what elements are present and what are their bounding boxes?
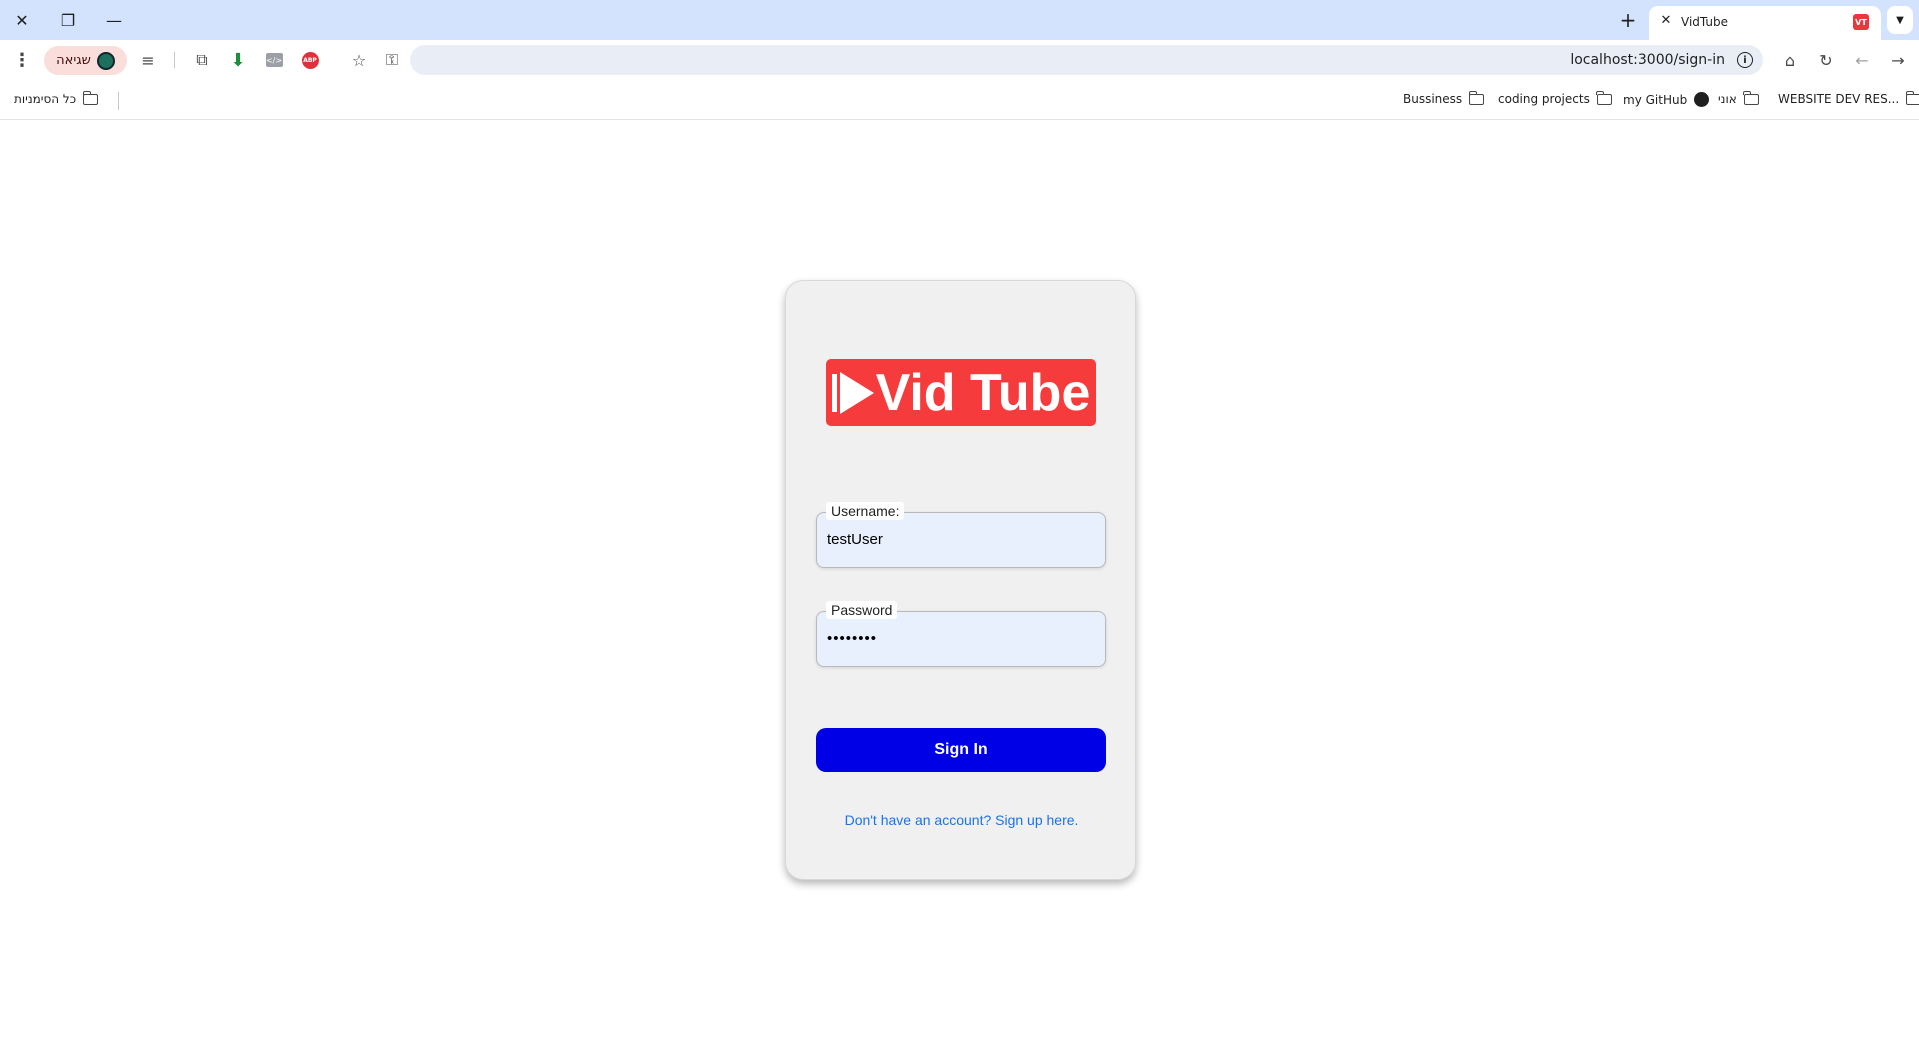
new-tab-button[interactable]: + <box>1614 6 1642 34</box>
arrow-left-icon: ← <box>1855 50 1869 70</box>
bookmark-label: Bussiness <box>1403 92 1463 106</box>
bookmark-label: my GitHub <box>1623 92 1688 107</box>
download-extension-button[interactable]: ⬇ <box>226 48 250 72</box>
site-info-icon[interactable]: i <box>1737 52 1753 68</box>
bookmarks-divider <box>118 92 119 110</box>
tab-close-icon[interactable]: ✕ <box>1657 13 1675 28</box>
bookmark-uni[interactable]: אוני <box>1718 90 1759 106</box>
tab-vidtube[interactable]: ✕ VidTube VT <box>1649 6 1881 40</box>
signin-card: Vid Tube Username: Password Sign In Don'… <box>785 280 1136 880</box>
profile-error-button[interactable]: שגיאה <box>44 46 127 75</box>
plus-icon: + <box>1619 8 1637 32</box>
download-arrow-icon: ⬇ <box>230 49 246 71</box>
bookmark-website-dev-res[interactable]: WEBSITE DEV RES... <box>1778 90 1919 106</box>
folder-icon <box>1468 90 1485 105</box>
bookmark-coding-projects[interactable]: coding projects <box>1498 90 1612 106</box>
menu-button[interactable]: ⋮ <box>10 48 34 72</box>
favicon-icon: VT <box>1853 14 1869 30</box>
bookmark-label: אוני <box>1718 92 1737 106</box>
reload-icon: ↻ <box>1819 50 1833 70</box>
restore-icon: ❐ <box>60 10 76 30</box>
bookmarks-bar: כל הסימניות Bussiness coding projects my… <box>0 80 1919 120</box>
browser-toolbar: ⋮ שגיאה ≡ ⧉ ⬇ </> ABP ☆ ⚿ localhost:3000… <box>0 40 1919 80</box>
sign-in-button[interactable]: Sign In <box>816 728 1106 772</box>
arrow-right-icon: → <box>1891 50 1905 70</box>
tab-title: VidTube <box>1681 15 1729 29</box>
folder-icon <box>1905 90 1919 105</box>
bookmark-label: WEBSITE DEV RES... <box>1778 92 1900 106</box>
folder-icon <box>1743 90 1759 105</box>
bookmark-label: coding projects <box>1498 92 1590 106</box>
folder-icon <box>1596 90 1612 105</box>
reload-button[interactable]: ↻ <box>1814 48 1838 72</box>
tab-search-button[interactable]: ▼ <box>1887 6 1913 34</box>
url-text: localhost:3000/sign-in <box>1570 52 1725 68</box>
adblock-icon: ABP <box>301 51 319 69</box>
sign-up-link[interactable]: Don't have an account? Sign up here. <box>786 812 1137 828</box>
playlist-icon: ≡ <box>141 50 155 70</box>
home-button[interactable]: ⌂ <box>1778 48 1802 72</box>
home-icon: ⌂ <box>1784 50 1796 70</box>
forward-button[interactable]: ← <box>1850 48 1874 72</box>
kebab-menu-icon: ⋮ <box>13 49 31 71</box>
minimize-icon: — <box>106 10 122 30</box>
puzzle-icon: ⧉ <box>196 50 208 69</box>
github-icon <box>1694 92 1710 107</box>
minimize-window-button[interactable]: — <box>97 5 131 35</box>
devtools-extension-button[interactable]: </> <box>262 48 286 72</box>
password-label: Password <box>826 601 898 619</box>
close-window-button[interactable]: ✕ <box>5 5 39 35</box>
tab-strip: ✕ ❐ — + ✕ VidTube VT ▼ <box>0 0 1919 40</box>
bookmark-my-github[interactable]: my GitHub <box>1623 92 1710 107</box>
username-field[interactable]: Username: <box>816 502 1106 568</box>
extensions-button[interactable]: ⧉ <box>190 48 214 72</box>
logo-bar-shape <box>831 373 837 412</box>
folder-icon <box>82 90 99 105</box>
address-bar[interactable]: localhost:3000/sign-in i <box>410 45 1763 75</box>
back-button[interactable]: → <box>1886 48 1910 72</box>
restore-window-button[interactable]: ❐ <box>51 5 85 35</box>
all-bookmarks-button[interactable]: כל הסימניות <box>14 90 99 106</box>
logo-text: Vid Tube <box>875 363 1091 422</box>
error-label: שגיאה <box>56 53 91 68</box>
bookmark-bussiness[interactable]: Bussiness <box>1403 90 1485 106</box>
vidtube-logo: Vid Tube <box>826 359 1096 426</box>
adblock-extension-button[interactable]: ABP <box>298 48 322 72</box>
all-bookmarks-label: כל הסימניות <box>14 92 77 106</box>
close-icon: ✕ <box>15 10 29 30</box>
avatar <box>96 51 115 70</box>
username-label: Username: <box>826 502 905 520</box>
chevron-down-icon: ▼ <box>1896 14 1904 26</box>
username-input[interactable] <box>827 531 1097 548</box>
play-icon <box>839 371 874 414</box>
media-controls-button[interactable]: ≡ <box>136 48 160 72</box>
toolbar-divider <box>174 52 175 68</box>
password-input[interactable] <box>827 630 1097 647</box>
password-field[interactable]: Password <box>816 601 1106 667</box>
code-icon: </> <box>265 53 283 67</box>
